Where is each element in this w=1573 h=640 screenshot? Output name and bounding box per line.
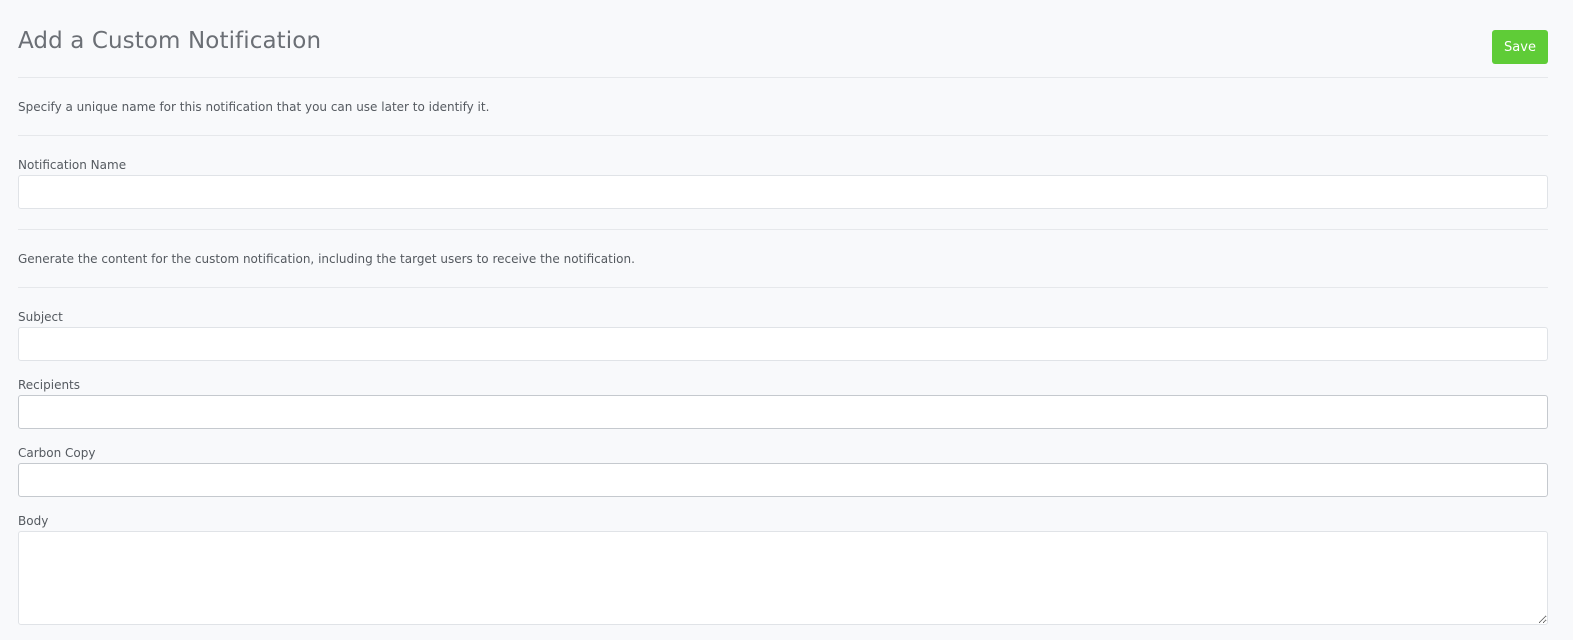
recipients-input[interactable] — [18, 395, 1548, 429]
page-title: Add a Custom Notification — [18, 28, 322, 54]
name-hint-text: Specify a unique name for this notificat… — [18, 78, 1548, 136]
subject-input[interactable] — [18, 327, 1548, 361]
recipients-label: Recipients — [18, 378, 81, 392]
carbon-copy-label: Carbon Copy — [18, 446, 96, 460]
body-group: Body — [18, 497, 1548, 625]
carbon-copy-input[interactable] — [18, 463, 1548, 497]
page-header: Add a Custom Notification Save — [18, 0, 1548, 78]
body-textarea[interactable] — [18, 531, 1548, 625]
section-divider — [18, 209, 1548, 230]
content-hint-text: Generate the content for the custom noti… — [18, 230, 1548, 288]
notification-name-group: Notification Name — [18, 136, 1548, 209]
subject-group: Subject — [18, 288, 1548, 361]
carbon-copy-group: Carbon Copy — [18, 429, 1548, 497]
recipients-group: Recipients — [18, 361, 1548, 429]
save-button[interactable]: Save — [1492, 30, 1548, 64]
custom-notification-page: Add a Custom Notification Save Specify a… — [0, 0, 1573, 640]
notification-name-input[interactable] — [18, 175, 1548, 209]
notification-name-label: Notification Name — [18, 158, 127, 172]
subject-label: Subject — [18, 310, 63, 324]
body-label: Body — [18, 514, 49, 528]
